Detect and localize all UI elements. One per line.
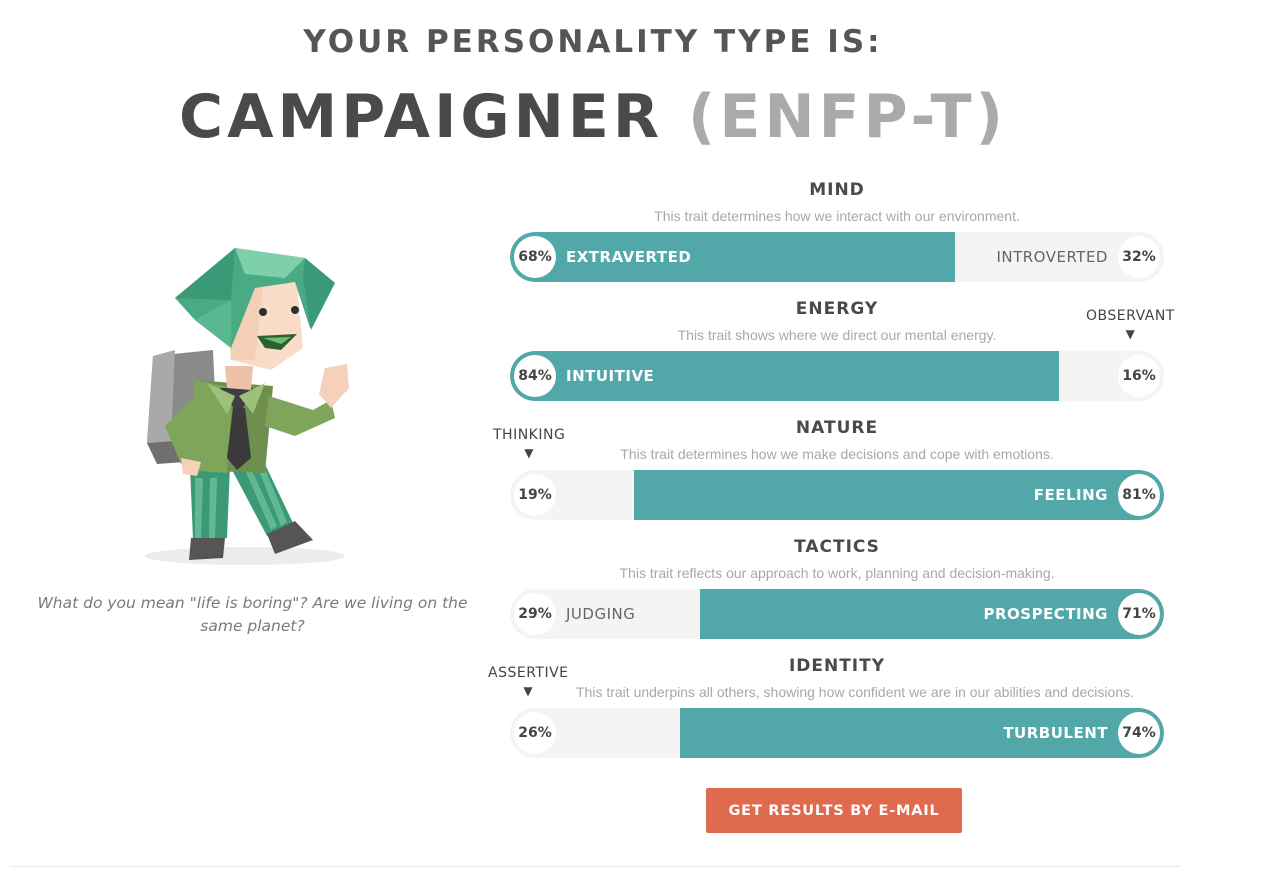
marker-thinking: THINKING ▼ (493, 427, 565, 461)
trait-bar: 29% JUDGING PROSPECTING 71% (510, 589, 1164, 639)
left-percent-badge: 26% (514, 712, 556, 754)
trait-bar: 84% INTUITIVE 16% (510, 351, 1164, 401)
trait-description: This trait shows where we direct our men… (677, 327, 997, 343)
right-percent-badge: 81% (1118, 474, 1160, 516)
marker-label: THINKING (493, 427, 566, 443)
left-percent-badge: 84% (514, 355, 556, 397)
trait-name: MIND (809, 180, 865, 200)
right-trait-label: FEELING (1033, 486, 1108, 504)
marker-label: ASSERTIVE (488, 665, 569, 681)
trait-bar: 26% TURBULENT 74% (510, 708, 1164, 758)
left-percent-badge: 19% (514, 474, 556, 516)
page-title: CAMPAIGNER (ENFP-T) (0, 82, 1186, 152)
down-arrow-icon: ▼ (523, 684, 534, 698)
right-trait-label: PROSPECTING (983, 605, 1108, 623)
trait-name: ENERGY (795, 299, 879, 319)
subtitle: YOUR PERSONALITY TYPE IS: (303, 24, 883, 60)
trait-nature: NATURE This trait determines how we make… (510, 418, 1164, 538)
marker-label: OBSERVANT (1086, 308, 1175, 324)
right-trait-label: INTROVERTED (996, 248, 1108, 266)
trait-identity: IDENTITY This trait underpins all others… (510, 656, 1164, 776)
trait-description: This trait reflects our approach to work… (619, 565, 1055, 581)
trait-name: TACTICS (794, 537, 880, 557)
left-trait-label: JUDGING (566, 605, 636, 623)
marker-assertive: ASSERTIVE ▼ (488, 665, 569, 699)
get-results-email-button[interactable]: GET RESULTS BY E-MAIL (706, 788, 962, 833)
right-percent-badge: 16% (1118, 355, 1160, 397)
down-arrow-icon: ▼ (1125, 327, 1136, 341)
character-quote: What do you mean "life is boring"? Are w… (37, 594, 468, 635)
type-name: CAMPAIGNER (179, 82, 664, 152)
trait-bar: 19% FEELING 81% (510, 470, 1164, 520)
trait-tactics: TACTICS This trait reflects our approach… (510, 537, 1164, 657)
trait-description: This trait determines how we interact wi… (654, 208, 1020, 224)
left-percent-badge: 29% (514, 593, 556, 635)
trait-description: This trait determines how we make decisi… (620, 446, 1054, 462)
right-percent-badge: 71% (1118, 593, 1160, 635)
trait-energy: ENERGY This trait shows where we direct … (510, 299, 1164, 419)
right-percent-badge: 32% (1118, 236, 1160, 278)
left-trait-label: EXTRAVERTED (566, 248, 692, 266)
marker-observant: OBSERVANT ▼ (1086, 308, 1175, 342)
campaigner-character-illustration (145, 248, 349, 565)
left-percent-badge: 68% (514, 236, 556, 278)
divider (10, 866, 1180, 867)
trait-description: This trait underpins all others, showing… (576, 684, 1134, 700)
type-code: (ENFP-T) (687, 82, 1007, 152)
left-trait-label: INTUITIVE (566, 367, 655, 385)
trait-name: NATURE (795, 418, 879, 438)
down-arrow-icon: ▼ (524, 446, 535, 460)
trait-bar: 68% EXTRAVERTED INTROVERTED 32% (510, 232, 1164, 282)
trait-name: IDENTITY (788, 656, 886, 676)
right-trait-label: TURBULENT (1003, 724, 1108, 742)
trait-mind: MIND This trait determines how we intera… (510, 180, 1164, 300)
right-percent-badge: 74% (1118, 712, 1160, 754)
